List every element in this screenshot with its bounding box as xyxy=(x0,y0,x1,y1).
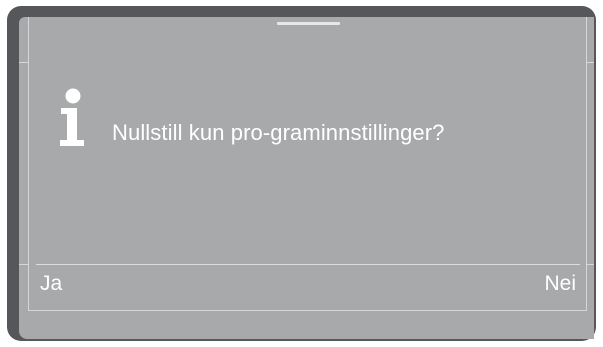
frame-line-bottom xyxy=(28,310,587,311)
frame-tick-top-right xyxy=(587,62,594,63)
softkey-divider xyxy=(36,264,580,265)
frame-line-left xyxy=(28,17,29,311)
yes-button[interactable]: Ja xyxy=(38,270,64,298)
screen-top-handle xyxy=(277,22,340,25)
control-panel: Nullstill kun pro-graminnstillinger? Ja … xyxy=(0,0,603,347)
no-button[interactable]: Nei xyxy=(542,270,578,298)
frame-tick-bottom-right xyxy=(587,264,594,265)
frame-tick-bottom-left xyxy=(19,264,28,265)
frame-tick-top-left xyxy=(19,62,28,63)
dialog-message: Nullstill kun pro-graminnstillinger? xyxy=(112,120,445,145)
info-icon xyxy=(60,88,84,146)
display-screen xyxy=(19,17,594,339)
